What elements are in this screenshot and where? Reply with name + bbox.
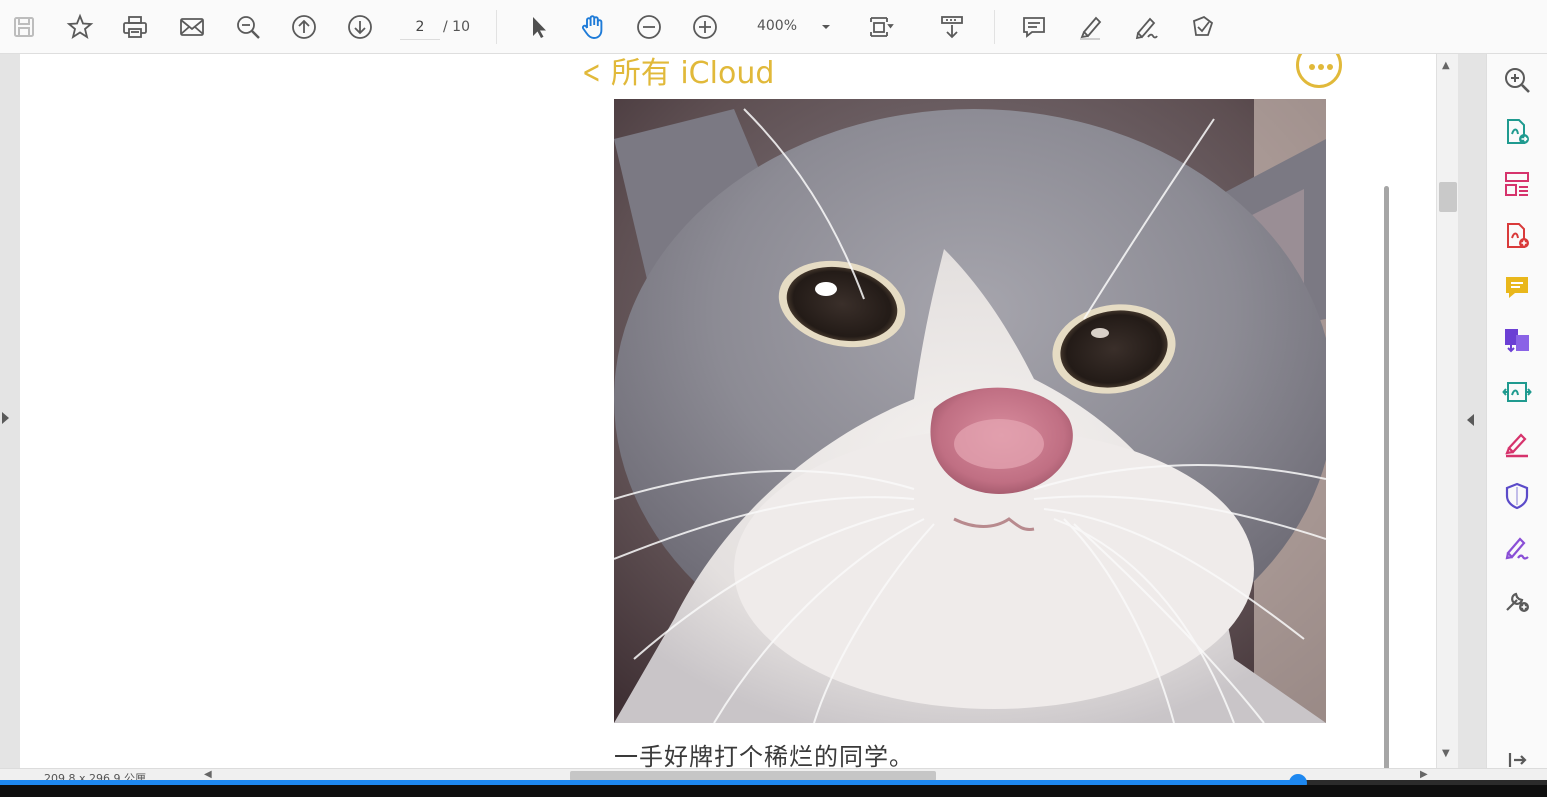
photo-caption: 一手好牌打个稀烂的同学。 <box>614 743 914 768</box>
zoom-level-value: 400% <box>756 18 798 34</box>
zoom-in-icon[interactable] <box>687 9 723 45</box>
left-pane-collapsed <box>0 54 20 768</box>
request-signature-icon[interactable] <box>1501 532 1533 564</box>
fit-page-icon[interactable] <box>862 9 898 45</box>
fill-sign-icon[interactable] <box>1184 9 1220 45</box>
toolbar-divider <box>994 10 995 44</box>
print-icon[interactable] <box>117 9 153 45</box>
hand-tool-icon[interactable] <box>575 9 611 45</box>
notes-back-link: < 所有 iCloud <box>578 54 774 92</box>
more-tools-icon[interactable] <box>1501 584 1533 616</box>
select-cursor-icon[interactable] <box>520 9 556 45</box>
scrolling-mode-icon[interactable] <box>934 9 970 45</box>
previous-page-icon[interactable] <box>286 9 322 45</box>
protect-icon[interactable] <box>1501 480 1533 512</box>
video-controls-bar <box>0 785 1547 797</box>
save-icon[interactable] <box>6 9 42 45</box>
more-options-icon <box>1296 54 1342 88</box>
page-number-input[interactable] <box>400 14 440 40</box>
comment-icon[interactable] <box>1016 9 1052 45</box>
cat-photo <box>614 99 1326 723</box>
scroll-down-icon[interactable]: ▼ <box>1442 748 1450 759</box>
tools-pane <box>1486 54 1547 784</box>
zoom-out-icon[interactable] <box>631 9 667 45</box>
toolbar-divider <box>496 10 497 44</box>
vertical-scrollbar[interactable]: ▲ ▼ <box>1436 54 1458 768</box>
edit-pdf-icon[interactable] <box>1501 376 1533 408</box>
document-view[interactable]: < 所有 iCloud 一手好牌打个稀烂的同学。 <box>20 54 1436 768</box>
pdf-viewer-window: / 10 400% <box>0 0 1547 797</box>
fill-and-sign-icon[interactable] <box>1501 428 1533 460</box>
organize-pages-icon[interactable] <box>1501 168 1533 200</box>
expand-left-pane-icon[interactable] <box>2 412 9 424</box>
combine-files-icon[interactable] <box>1501 324 1533 356</box>
collapse-right-pane-icon[interactable] <box>1467 414 1474 426</box>
comment-tool-icon[interactable] <box>1501 272 1533 304</box>
scroll-left-icon[interactable]: ◀ <box>204 769 212 780</box>
create-pdf-icon[interactable] <box>1501 220 1533 252</box>
right-pane-toggle-strip <box>1458 54 1486 768</box>
zoom-level-select[interactable]: 400% <box>752 14 838 40</box>
email-icon[interactable] <box>174 9 210 45</box>
bookmark-star-icon[interactable] <box>62 9 98 45</box>
draw-icon[interactable] <box>1128 9 1164 45</box>
notes-back-label: 所有 iCloud <box>610 56 775 91</box>
scroll-right-icon[interactable]: ▶ <box>1420 769 1428 780</box>
vertical-scroll-thumb[interactable] <box>1439 182 1457 212</box>
top-toolbar: / 10 400% <box>0 0 1547 54</box>
tool-zoom-icon[interactable] <box>1501 64 1533 96</box>
chevron-down-icon[interactable] <box>820 18 832 36</box>
export-pdf-icon[interactable] <box>1501 116 1533 148</box>
highlight-icon[interactable] <box>1072 9 1108 45</box>
note-scrollbar <box>1384 186 1389 768</box>
scroll-up-icon[interactable]: ▲ <box>1442 60 1450 71</box>
chevron-left-icon: < <box>582 54 601 91</box>
page-total-label: / 10 <box>443 19 470 35</box>
next-page-icon[interactable] <box>342 9 378 45</box>
find-icon[interactable] <box>230 9 266 45</box>
